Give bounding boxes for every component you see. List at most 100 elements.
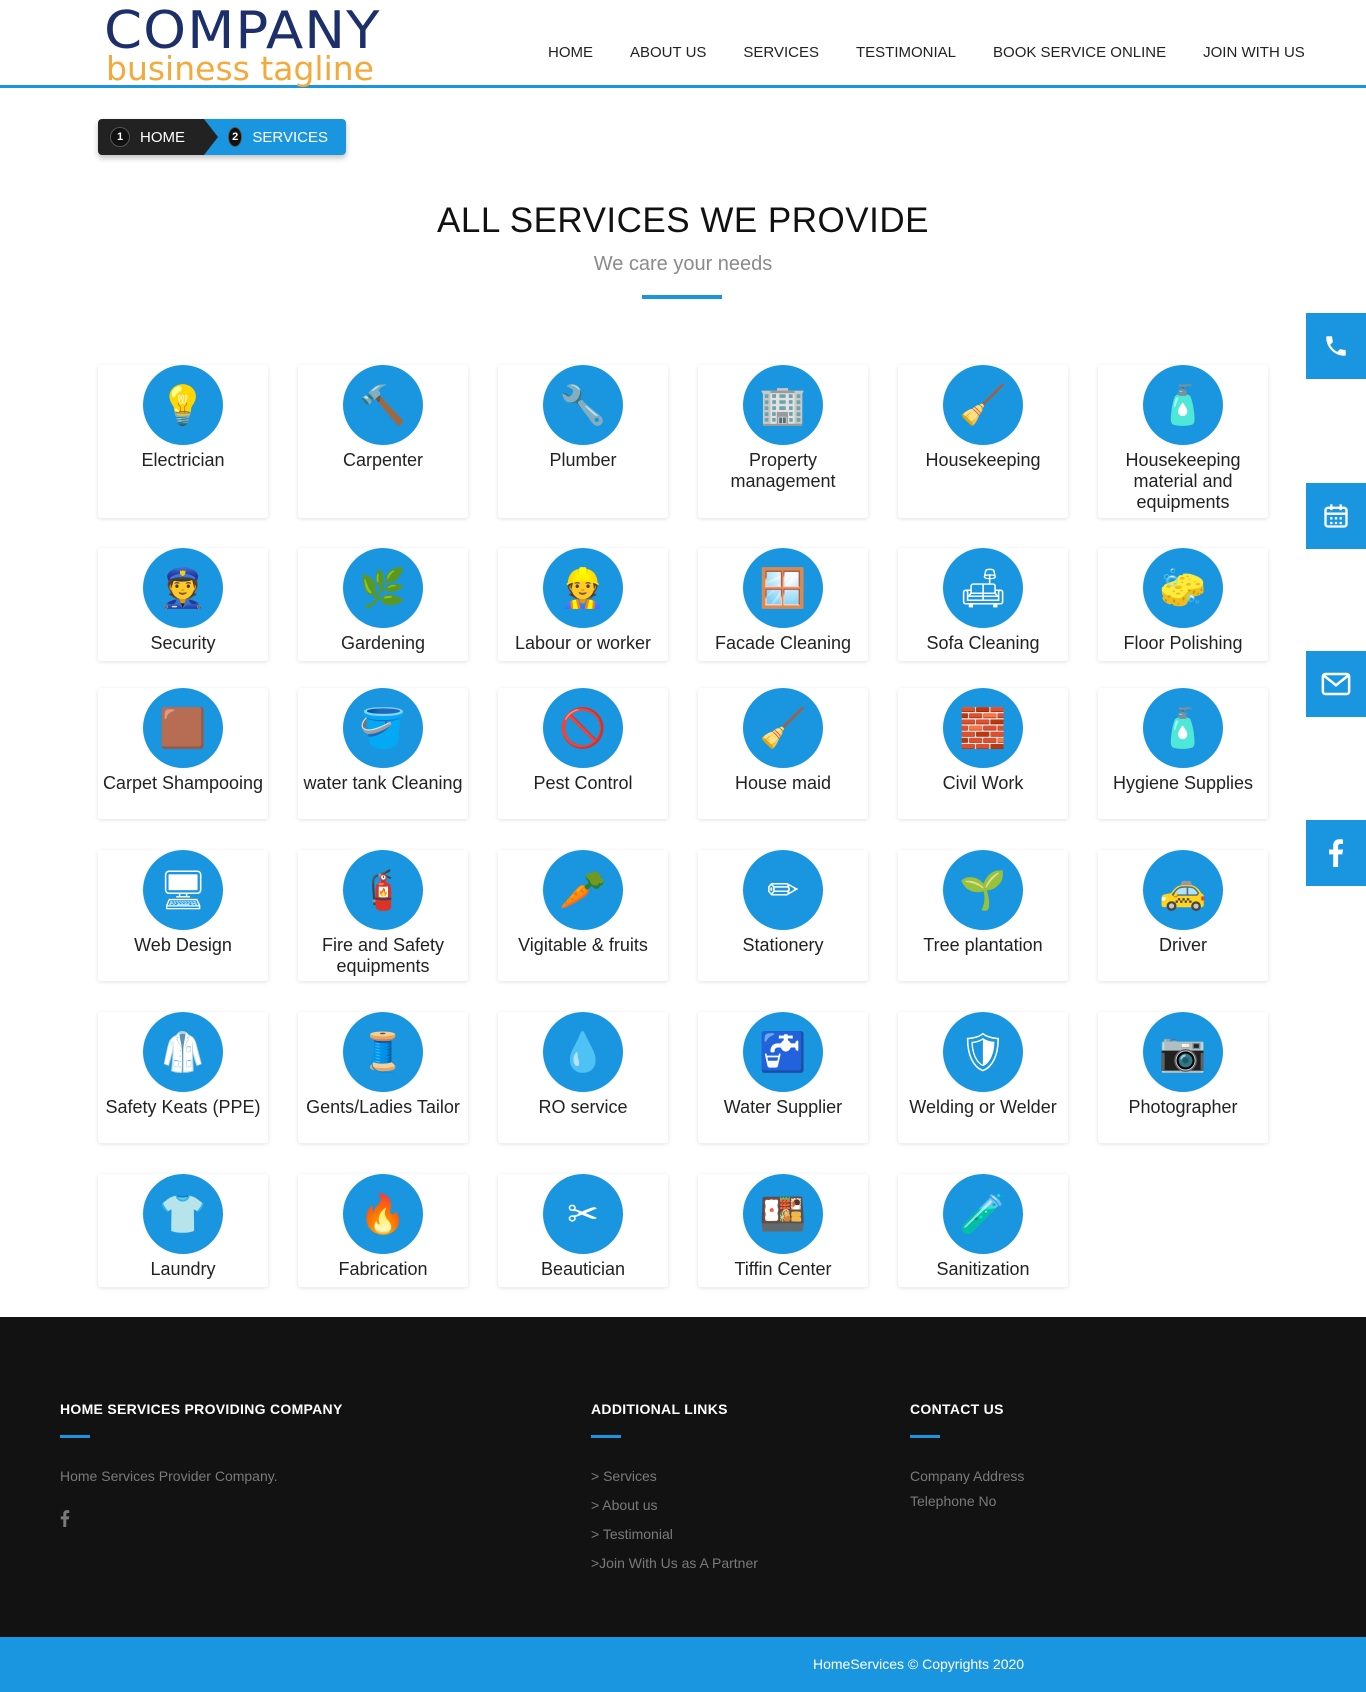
- service-label: Hygiene Supplies: [1112, 773, 1254, 793]
- service-card[interactable]: 🧯 Fire and Safety equipments: [298, 850, 468, 981]
- title-underline: [642, 295, 722, 299]
- nav-testimonial[interactable]: TESTIMONIAL: [856, 44, 956, 61]
- nav-home[interactable]: HOME: [548, 44, 593, 61]
- service-card[interactable]: 🧴 Housekeeping material and equipments: [1098, 365, 1268, 518]
- breadcrumb-home[interactable]: 1 HOME: [98, 119, 218, 155]
- service-card[interactable]: 🧪 Sanitization: [898, 1174, 1068, 1287]
- service-label: Carpet Shampooing: [102, 773, 264, 793]
- service-card[interactable]: 🍱 Tiffin Center: [698, 1174, 868, 1287]
- footer-facebook-icon[interactable]: [60, 1510, 70, 1527]
- service-card[interactable]: 🖥 Web Design: [98, 850, 268, 981]
- footer-contact-title: CONTACT US: [910, 1401, 1004, 1417]
- nav-join-with-us[interactable]: JOIN WITH US: [1203, 44, 1305, 61]
- service-card[interactable]: ✂ Beautician: [498, 1174, 668, 1287]
- bulb-icon: 💡: [143, 365, 223, 445]
- company-logo[interactable]: COMPANY business tagline: [104, 5, 424, 85]
- service-card[interactable]: 🧽 Floor Polishing: [1098, 548, 1268, 661]
- footer-link-services[interactable]: > Services: [591, 1468, 657, 1484]
- service-label: Web Design: [134, 935, 232, 955]
- side-mail-button[interactable]: [1306, 651, 1366, 717]
- service-card[interactable]: 🌱 Tree plantation: [898, 850, 1068, 981]
- service-card[interactable]: 🛡 Welding or Welder: [898, 1012, 1068, 1143]
- service-card[interactable]: 🧱 Civil Work: [898, 688, 1068, 819]
- service-card[interactable]: 💡 Electrician: [98, 365, 268, 518]
- sofa-icon: 🛋: [943, 548, 1023, 628]
- footer-company-title: HOME SERVICES PROVIDING COMPANY: [60, 1401, 343, 1417]
- service-card[interactable]: 🔨 Carpenter: [298, 365, 468, 518]
- service-card[interactable]: 👷 Labour or worker: [498, 548, 668, 661]
- side-calendar-button[interactable]: [1306, 483, 1366, 549]
- service-label: Sanitization: [936, 1259, 1030, 1279]
- service-label: Labour or worker: [514, 633, 652, 653]
- service-card[interactable]: 🥕 Vigitable & fruits: [498, 850, 668, 981]
- service-card[interactable]: 🪣 water tank Cleaning: [298, 688, 468, 819]
- site-header: COMPANY business tagline HOME ABOUT US S…: [0, 0, 1366, 88]
- service-label: Fabrication: [338, 1259, 428, 1279]
- nav-book-service-online[interactable]: BOOK SERVICE ONLINE: [993, 44, 1166, 61]
- logo-company-text: COMPANY: [104, 1, 381, 61]
- service-card[interactable]: 📷 Photographer: [1098, 1012, 1268, 1143]
- sanitizer-icon: 🧴: [1143, 688, 1223, 768]
- worker-icon: 👷: [543, 548, 623, 628]
- nav-about-us[interactable]: ABOUT US: [630, 44, 706, 61]
- spray-bottle-icon: 🧪: [943, 1174, 1023, 1254]
- service-label: Plumber: [549, 450, 617, 470]
- service-card[interactable]: 👕 Laundry: [98, 1174, 268, 1287]
- footer-link-about-us[interactable]: > About us: [591, 1497, 658, 1513]
- service-label: Water Supplier: [723, 1097, 843, 1117]
- welding-mask-icon: 🛡: [943, 1012, 1023, 1092]
- service-card[interactable]: 💧 RO service: [498, 1012, 668, 1143]
- service-card[interactable]: 🏢 Property management: [698, 365, 868, 518]
- tiffin-box-icon: 🍱: [743, 1174, 823, 1254]
- footer-link-join-partner[interactable]: >Join With Us as A Partner: [591, 1555, 758, 1571]
- service-card[interactable]: 🔥 Fabrication: [298, 1174, 468, 1287]
- service-label: Safety Keats (PPE): [105, 1097, 261, 1117]
- copyright-bar: HomeServices © Copyrights 2020: [0, 1637, 1366, 1692]
- service-card[interactable]: 🚰 Water Supplier: [698, 1012, 868, 1143]
- nav-services[interactable]: SERVICES: [743, 44, 819, 61]
- hammer-icon: 🔨: [343, 365, 423, 445]
- driver-icon: 🚕: [1143, 850, 1223, 930]
- service-card[interactable]: 🛋 Sofa Cleaning: [898, 548, 1068, 661]
- service-card[interactable]: ✏ Stationery: [698, 850, 868, 981]
- breadcrumb-step-number: 1: [110, 127, 130, 147]
- monitor-icon: 🖥: [143, 850, 223, 930]
- service-label: House maid: [734, 773, 832, 793]
- service-card[interactable]: 👮 Security: [98, 548, 268, 661]
- bucket-icon: 🪣: [343, 688, 423, 768]
- service-label: Welding or Welder: [909, 1097, 1057, 1117]
- breadcrumb-label: HOME: [140, 128, 185, 146]
- service-card[interactable]: 🧹 House maid: [698, 688, 868, 819]
- service-card[interactable]: 🥼 Safety Keats (PPE): [98, 1012, 268, 1143]
- service-card[interactable]: 🟫 Carpet Shampooing: [98, 688, 268, 819]
- service-card[interactable]: 🧵 Gents/Ladies Tailor: [298, 1012, 468, 1143]
- service-label: Housekeeping: [925, 450, 1041, 470]
- footer-title-underline: [910, 1435, 940, 1438]
- beauty-tools-icon: ✂: [543, 1174, 623, 1254]
- service-label: Electrician: [141, 450, 225, 470]
- service-label: Gents/Ladies Tailor: [306, 1097, 460, 1117]
- service-card[interactable]: 🧹 Housekeeping: [898, 365, 1068, 518]
- service-label: Civil Work: [942, 773, 1024, 793]
- service-label: Photographer: [1128, 1097, 1238, 1117]
- footer-link-testimonial[interactable]: > Testimonial: [591, 1526, 673, 1542]
- side-facebook-button[interactable]: [1306, 820, 1366, 886]
- camera-man-icon: 📷: [1143, 1012, 1223, 1092]
- service-card[interactable]: 🔧 Plumber: [498, 365, 668, 518]
- brick-wall-icon: 🧱: [943, 688, 1023, 768]
- page-title: ALL SERVICES WE PROVIDE: [437, 201, 929, 240]
- service-card[interactable]: 🪟 Facade Cleaning: [698, 548, 868, 661]
- service-card[interactable]: 🚕 Driver: [1098, 850, 1268, 981]
- service-card[interactable]: 🌿 Gardening: [298, 548, 468, 661]
- service-label: Gardening: [340, 633, 426, 653]
- copyright-text: HomeServices © Copyrights 2020: [813, 1656, 1025, 1672]
- service-label: Carpenter: [342, 450, 424, 470]
- service-card[interactable]: 🚫 Pest Control: [498, 688, 668, 819]
- breadcrumb-services[interactable]: 2 SERVICES: [204, 119, 346, 155]
- mop-icon: 🧽: [1143, 548, 1223, 628]
- service-label: Fire and Safety equipments: [321, 935, 445, 976]
- plumber-icon: 🔧: [543, 365, 623, 445]
- service-card[interactable]: 🧴 Hygiene Supplies: [1098, 688, 1268, 819]
- side-phone-button[interactable]: [1306, 313, 1366, 379]
- footer-links-title: ADDITIONAL LINKS: [591, 1401, 728, 1417]
